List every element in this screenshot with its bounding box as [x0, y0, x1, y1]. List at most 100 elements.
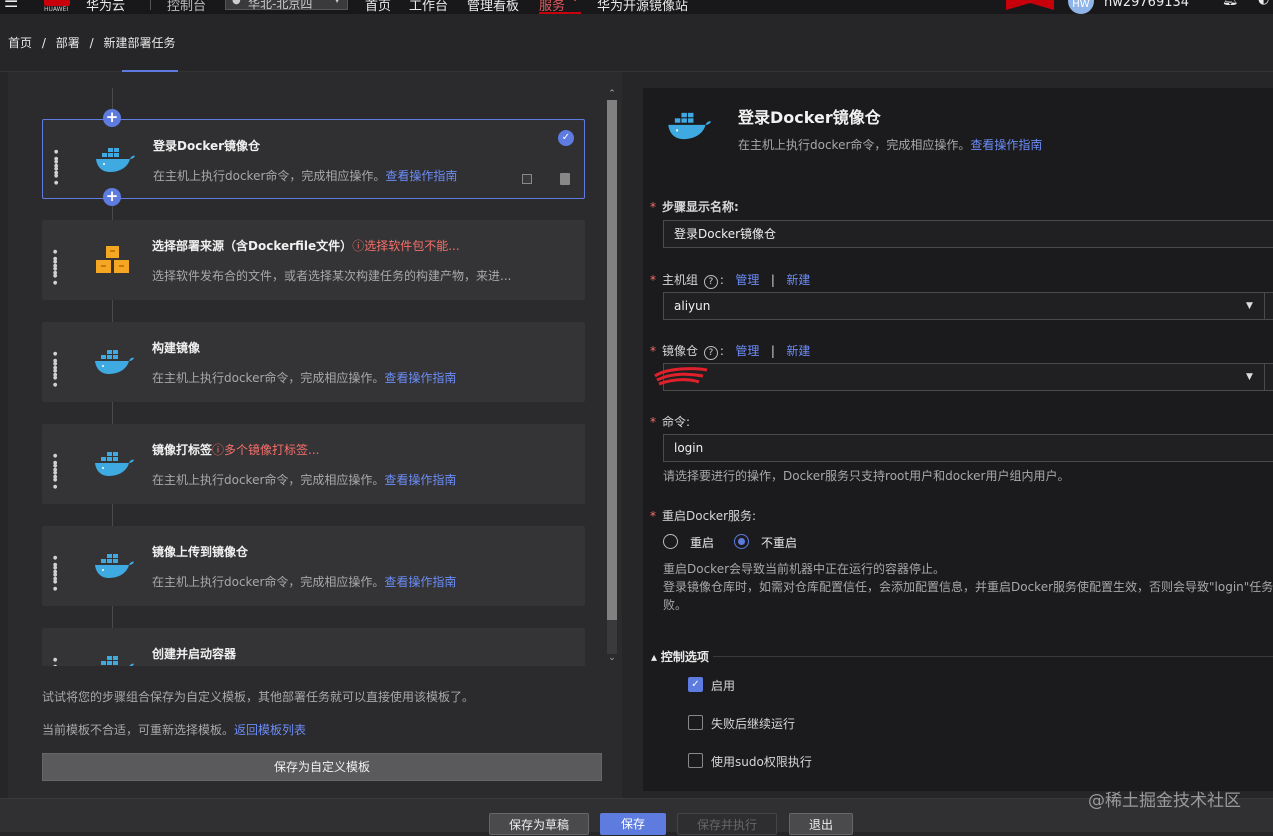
drag-handle-icon[interactable]	[54, 146, 66, 174]
name-label-text: 步骤显示名称:	[662, 200, 739, 214]
step-title: 创建并启动容器	[152, 647, 237, 661]
no-restart-radio[interactable]	[734, 534, 749, 549]
detail-desc: 在主机上执行docker命令，完成相应操作。查看操作指南	[738, 136, 1042, 153]
continue-on-failure-checkbox[interactable]	[688, 715, 703, 730]
restart-label: * 重启Docker服务:	[650, 509, 757, 523]
sudo-checkbox[interactable]	[688, 753, 703, 768]
repo-select[interactable]: ▼	[663, 363, 1273, 391]
repo-link-sep: |	[770, 344, 775, 358]
restart-radio[interactable]	[663, 534, 678, 549]
back-to-templates-link[interactable]: 返回模板列表	[234, 723, 306, 737]
nav-mirror[interactable]: 华为开源镜像站	[597, 0, 688, 14]
drag-handle-icon[interactable]	[53, 450, 65, 478]
divider	[150, 0, 151, 10]
drag-handle-icon[interactable]	[53, 348, 65, 376]
divider	[1264, 292, 1265, 320]
docker-icon	[668, 112, 711, 140]
nav-workbench[interactable]: 工作台	[409, 0, 448, 14]
restart-radio-label[interactable]: 重启	[690, 534, 714, 551]
step-card-tag-image[interactable]: 镜像打标签ⓘ多个镜像打标签... 在主机上执行docker命令，完成相应操作。查…	[42, 424, 585, 504]
add-step-icon[interactable]: +	[103, 188, 121, 206]
nav-dashboard[interactable]: 管理看板	[467, 0, 519, 14]
step-warning: ⓘ多个镜像打标签...	[212, 443, 319, 457]
promo-ribbon-icon	[1006, 0, 1054, 10]
breadcrumb-sep: /	[41, 36, 46, 50]
breadcrumb-deploy[interactable]: 部署	[56, 36, 80, 50]
step-card-build-image[interactable]: 构建镜像 在主机上执行docker命令，完成相应操作。查看操作指南	[42, 322, 585, 402]
step-name-input[interactable]: 登录Docker镜像仓	[663, 220, 1273, 248]
step-desc-text: 在主机上执行docker命令，完成相应操作。	[152, 473, 385, 487]
username[interactable]: hw29769134	[1104, 0, 1189, 10]
command-note: 请选择要进行的操作，Docker服务只支持root用户和docker用户组内用户…	[663, 469, 1070, 483]
step-card-login-docker[interactable]: 登录Docker镜像仓 在主机上执行docker命令，完成相应操作。查看操作指南…	[42, 119, 585, 199]
avatar[interactable]: HW	[1068, 0, 1094, 14]
region-selector[interactable]: ● 华北-北京四 ▼	[225, 0, 348, 11]
template-hint-text: 当前模板不合适，可重新选择模板。	[42, 723, 235, 737]
drag-handle-icon[interactable]	[53, 654, 65, 666]
step-title: 构建镜像	[152, 341, 201, 355]
check-icon: ✓	[558, 130, 574, 146]
guide-link[interactable]: 查看操作指南	[385, 169, 457, 183]
restart-note: 重启Docker会导致当前机器中正在运行的容器停止。	[663, 562, 946, 576]
bell-icon[interactable]: 🔔︎	[1222, 0, 1239, 7]
continue-on-failure-label[interactable]: 失败后继续运行	[711, 715, 795, 732]
console-link[interactable]: 控制台	[167, 0, 206, 14]
guide-link[interactable]: 查看操作指南	[970, 138, 1042, 152]
step-card-select-source[interactable]: 选择部署来源（含Dockerfile文件）ⓘ选择软件包不能... 选择软件发布合…	[42, 220, 585, 300]
drag-handle-icon[interactable]	[53, 552, 65, 580]
save-template-button[interactable]: 保存为自定义模板	[42, 753, 602, 781]
repo-manage-link[interactable]: 管理	[735, 344, 759, 358]
copy-icon[interactable]	[522, 174, 532, 184]
nav-home[interactable]: 首页	[365, 0, 391, 14]
help-icon[interactable]: ?	[703, 275, 718, 289]
guide-link[interactable]: 查看操作指南	[384, 575, 456, 589]
sudo-label[interactable]: 使用sudo权限执行	[711, 753, 812, 770]
step-desc-text: 在主机上执行docker命令，完成相应操作。	[152, 371, 385, 385]
breadcrumb-current: 新建部署任务	[103, 36, 176, 50]
step-detail-panel: 登录Docker镜像仓 在主机上执行docker命令，完成相应操作。查看操作指南…	[643, 88, 1273, 791]
step-card-run-container[interactable]: 创建并启动容器	[42, 628, 585, 666]
step-title-text: 镜像打标签	[152, 443, 213, 457]
trash-icon[interactable]	[560, 173, 570, 185]
host-group-value: aliyun	[674, 299, 711, 313]
menu-icon[interactable]: ☰	[4, 0, 18, 11]
step-title-text: 选择部署来源（含Dockerfile文件）	[152, 239, 353, 253]
detail-title: 登录Docker镜像仓	[738, 108, 881, 127]
host-manage-link[interactable]: 管理	[735, 273, 759, 287]
drag-handle-icon[interactable]	[53, 246, 65, 274]
host-group-label-text: 主机组	[662, 273, 699, 287]
host-group-select[interactable]: aliyun ▼	[663, 292, 1273, 320]
brand-name[interactable]: 华为云	[86, 0, 125, 14]
step-name-value: 登录Docker镜像仓	[674, 227, 777, 241]
warning-icon: ⓘ	[212, 443, 225, 457]
guide-link[interactable]: 查看操作指南	[384, 473, 456, 487]
guide-link[interactable]: 查看操作指南	[384, 371, 456, 385]
steps-scrollbar[interactable]: ⌃ ⌄	[605, 88, 619, 666]
step-warning-text: 选择软件包不能...	[364, 239, 460, 253]
step-desc: 在主机上执行docker命令，完成相应操作。查看操作指南	[152, 369, 456, 386]
divider	[1264, 363, 1265, 391]
breadcrumb-home[interactable]: 首页	[8, 36, 32, 50]
control-options-toggle[interactable]: ▴ 控制选项	[651, 648, 709, 665]
repo-label-text: 镜像仓	[662, 344, 699, 358]
help-icon[interactable]: ◐	[1258, 0, 1269, 7]
repo-create-link[interactable]: 新建	[786, 344, 810, 358]
step-warning: ⓘ选择软件包不能...	[352, 239, 459, 253]
no-restart-radio-label[interactable]: 不重启	[761, 534, 797, 551]
add-step-icon[interactable]: +	[103, 109, 121, 127]
step-title: 镜像打标签ⓘ多个镜像打标签...	[152, 441, 319, 458]
avatar-initials: HW	[1072, 0, 1090, 10]
command-input[interactable]: login	[663, 434, 1273, 462]
redaction-scribble	[654, 367, 708, 386]
enable-checkbox[interactable]: ✓	[688, 677, 703, 692]
enable-label[interactable]: 启用	[711, 677, 735, 694]
chevron-down-icon[interactable]: ⌄	[605, 652, 619, 664]
help-icon[interactable]: ?	[703, 346, 718, 360]
chevron-up-icon[interactable]: ⌃	[605, 88, 619, 100]
scroll-thumb[interactable]	[607, 100, 617, 620]
step-title: 选择部署来源（含Dockerfile文件）ⓘ选择软件包不能...	[152, 237, 460, 254]
step-card-push-image[interactable]: 镜像上传到镜像仓 在主机上执行docker命令，完成相应操作。查看操作指南	[42, 526, 585, 606]
host-create-link[interactable]: 新建	[786, 273, 810, 287]
breadcrumb-bar: 首页 / 部署 / 新建部署任务	[0, 14, 1273, 72]
step-desc: 在主机上执行docker命令，完成相应操作。查看操作指南	[152, 573, 456, 590]
